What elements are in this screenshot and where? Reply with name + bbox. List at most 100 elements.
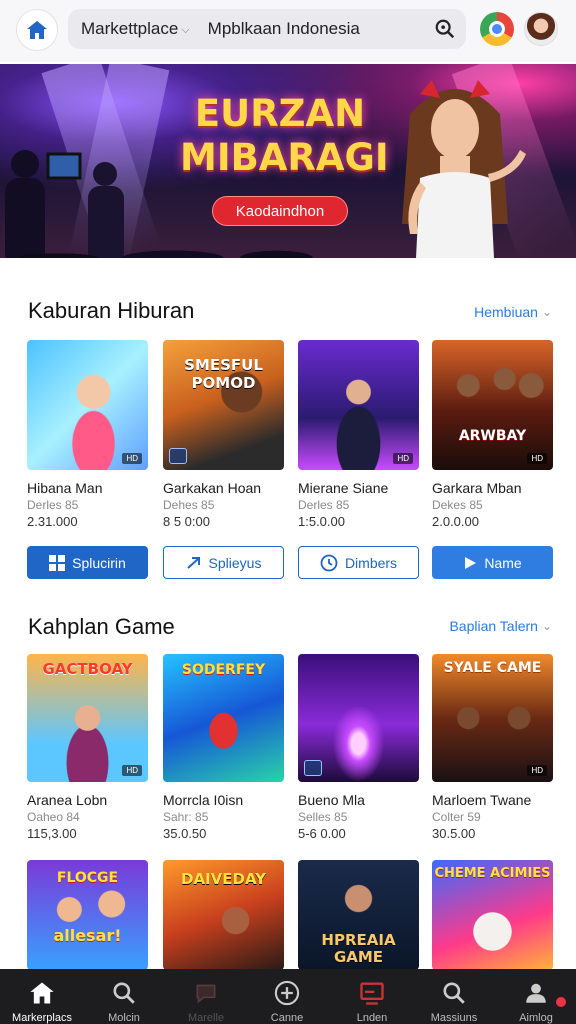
banner-title-line2: MIBARAGI xyxy=(180,136,389,179)
nav-item-label: Aimlog xyxy=(519,1012,553,1024)
cover-title: GACTBOAY xyxy=(42,660,133,678)
product-card[interactable]: HD Hibana Man Derles 85 2.31.000 xyxy=(27,340,148,529)
nav-item-label: Markerplacs xyxy=(12,1012,72,1024)
nav-item-marelle[interactable]: Marelle xyxy=(166,969,246,1024)
thumbnail-tag: HD xyxy=(122,765,142,776)
product-name: Aranea Lobn xyxy=(27,792,108,808)
clock-icon xyxy=(320,554,338,571)
product-subtitle: Selles 85 xyxy=(298,810,348,824)
avatar[interactable] xyxy=(524,12,558,46)
thumbnail-tag: HD xyxy=(122,453,142,464)
play-icon xyxy=(465,556,477,569)
nav-item-label: Canne xyxy=(270,1012,304,1024)
cover-subtitle: allesar! xyxy=(53,926,122,945)
product-card[interactable]: Bueno Mla Selles 85 5-6 0.00 xyxy=(298,654,419,841)
nav-item-canne[interactable]: Canne xyxy=(247,969,327,1024)
search-icon[interactable] xyxy=(434,18,456,40)
product-card[interactable]: HD Mierane Siane Derles 85 1:5.0.00 xyxy=(298,340,419,529)
product-price: 1:5.0.00 xyxy=(298,514,345,529)
product-price: 30.5.00 xyxy=(432,826,476,841)
thumbnail-tag: HD xyxy=(393,453,413,464)
top-bar: Markettplace ⌵ Mpblkaan Indonesia xyxy=(0,0,576,62)
nav-item-label: Massiuns xyxy=(430,1012,478,1024)
chrome-icon[interactable] xyxy=(480,12,514,46)
product-name: Morrcla I0isn xyxy=(163,792,244,808)
cover-title: HPREAIA GAME xyxy=(321,931,396,966)
home-icon xyxy=(27,21,47,39)
product-card[interactable]: DAIVEDAY xyxy=(163,860,284,970)
product-card[interactable]: FLOCGE allesar! xyxy=(27,860,148,970)
section-see-all-link[interactable]: Hembiuan ⌄ xyxy=(474,304,552,320)
product-name: Mierane Siane xyxy=(298,480,389,496)
notification-badge xyxy=(556,997,566,1007)
chevron-down-icon: ⌄ xyxy=(541,305,552,319)
banner-title: EURZAN MIBARAGI xyxy=(180,92,389,180)
section-title: Kahplan Game xyxy=(28,614,175,639)
action-button-dimbers[interactable]: Dimbers xyxy=(298,546,419,579)
cover-title: FLOCGE xyxy=(56,870,119,886)
product-card[interactable]: HPREAIA GAME xyxy=(298,860,419,970)
product-card[interactable]: SMESFUL POMOD Garkakan Hoan Dehes 85 8 5… xyxy=(163,340,284,529)
home-button[interactable] xyxy=(16,9,58,51)
nav-item-label: Molcin xyxy=(108,1012,140,1024)
thumbnail-badge xyxy=(169,448,187,464)
product-card[interactable]: SODERFEY Morrcla I0isn Sahr: 85 35.0.50 xyxy=(163,654,284,841)
product-subtitle: Dekes 85 xyxy=(432,498,483,512)
action-button-splucirin[interactable]: Splucirin xyxy=(27,546,148,579)
monitor-icon xyxy=(360,982,384,1005)
product-thumbnail: HPREAIA GAME xyxy=(298,860,419,970)
thumbnail-tag: HD xyxy=(527,765,547,776)
nav-item-massiuns[interactable]: Massiuns xyxy=(414,969,494,1024)
nav-item-label: Lnden xyxy=(356,1012,388,1024)
chat-icon xyxy=(196,984,216,1003)
product-subtitle: Colter 59 xyxy=(432,810,481,824)
action-button-splieyus[interactable]: Splieyus xyxy=(163,546,284,579)
product-name: Bueno Mla xyxy=(298,792,365,808)
cover-title: SODERFEY xyxy=(181,662,266,678)
search-input[interactable]: Mpblkaan Indonesia xyxy=(208,19,360,39)
marketplace-label: Markettplace xyxy=(81,19,179,38)
product-card[interactable]: SYALE CAME HD Marloem Twane Colter 59 30… xyxy=(432,654,553,841)
product-price: 2.31.000 xyxy=(27,514,78,529)
cover-title: CHEME ACIMIES xyxy=(434,866,551,881)
section-see-all-link[interactable]: Baplian Talern ⌄ xyxy=(449,618,552,634)
product-card[interactable]: CHEME ACIMIES xyxy=(432,860,553,970)
search-icon xyxy=(113,981,135,1004)
action-button-name[interactable]: Name xyxy=(432,546,553,579)
product-subtitle: Sahr: 85 xyxy=(163,810,209,824)
product-subtitle: Derles 85 xyxy=(298,498,350,512)
product-name: Hibana Man xyxy=(27,480,103,496)
plus-circle-icon xyxy=(274,980,300,1005)
action-button-label: Name xyxy=(484,554,522,571)
search-bar[interactable]: Markettplace ⌵ Mpblkaan Indonesia xyxy=(68,9,466,49)
product-card[interactable]: GACTBOAY HD Aranea Lobn Oaheo 84 115,3.0… xyxy=(27,654,148,841)
product-thumbnail: ARWBAY HD xyxy=(432,340,553,470)
action-button-label: Splieyus xyxy=(208,554,262,571)
product-thumbnail: SYALE CAME HD xyxy=(432,654,553,782)
thumbnail-tag: HD xyxy=(527,453,547,464)
chevron-down-icon: ⌵ xyxy=(181,23,190,36)
action-button-label: Dimbers xyxy=(344,554,398,571)
nav-item-molcin[interactable]: Molcin xyxy=(84,969,164,1024)
promo-banner[interactable]: EURZAN MIBARAGI Kaodaindhon xyxy=(0,64,576,258)
banner-cta-button[interactable]: Kaodaindhon xyxy=(212,196,348,226)
product-thumbnail: SODERFEY xyxy=(163,654,284,782)
product-name: Garkara Mban xyxy=(432,480,522,496)
banner-title-line1: EURZAN xyxy=(194,92,366,135)
product-price: 115,3.00 xyxy=(27,826,77,841)
section-title: Kaburan Hiburan xyxy=(28,298,195,323)
product-name: Marloem Twane xyxy=(432,792,532,808)
nav-item-marketplace[interactable]: Markerplacs xyxy=(2,969,82,1024)
section-link-label: Baplian Talern xyxy=(449,618,538,634)
product-price: 35.0.50 xyxy=(163,826,207,841)
home-icon xyxy=(30,982,54,1003)
product-thumbnail: HD xyxy=(298,340,419,470)
cover-title: DAIVEDAY xyxy=(181,870,266,888)
arrow-icon xyxy=(186,556,200,569)
marketplace-dropdown[interactable]: Markettplace ⌵ xyxy=(81,19,190,39)
nav-item-lnden[interactable]: Lnden xyxy=(332,969,412,1024)
product-card[interactable]: ARWBAY HD Garkara Mban Dekes 85 2.0.0.00 xyxy=(432,340,553,529)
product-thumbnail: SMESFUL POMOD xyxy=(163,340,284,470)
product-thumbnail: GACTBOAY HD xyxy=(27,654,148,782)
nav-item-aimlog[interactable]: Aimlog xyxy=(496,969,576,1024)
